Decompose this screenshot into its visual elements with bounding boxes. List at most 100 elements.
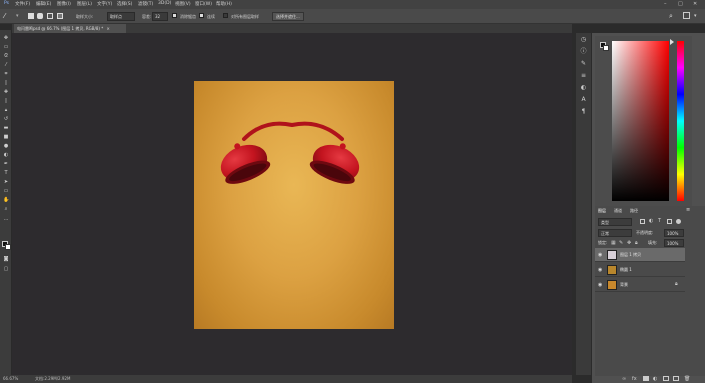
paragraph-panel-icon[interactable]: ¶ [580,108,587,115]
quick-mask-icon[interactable]: ◙ [3,257,9,262]
background-color-swatch[interactable] [5,244,11,250]
new-group-icon[interactable] [663,376,669,381]
antialias-checkbox[interactable] [172,13,177,18]
intersect-selection-icon[interactable] [57,13,63,19]
layer-style-icon[interactable]: fx [632,376,637,382]
eraser-tool-icon[interactable]: ▬ [3,126,9,131]
eyedropper-tool-icon[interactable]: ǀ [3,81,9,86]
menu-image[interactable]: 图像(I) [57,1,71,7]
close-tab-icon[interactable]: × [107,26,110,31]
magic-wand-icon[interactable]: ⁄ [4,12,5,20]
adjustment-layer-icon[interactable]: ◐ [653,376,657,382]
layer-name[interactable]: 椭圆 1 [620,267,632,273]
pen-tool-icon[interactable]: ✒ [3,162,9,167]
menu-type[interactable]: 文字(Y) [97,1,112,7]
menu-edit[interactable]: 编辑(E) [36,1,51,7]
new-layer-icon[interactable] [673,376,679,381]
select-and-mask-button[interactable]: 选择并遮住... [272,12,304,21]
menu-window[interactable]: 窗口(W) [195,1,212,7]
lock-pixels-icon[interactable]: ✎ [619,240,623,246]
visibility-eye-icon[interactable]: ◉ [598,252,602,258]
tab-channels[interactable]: 通道 [614,208,622,214]
brush-tool-icon[interactable]: ǀ [3,99,9,104]
subtract-selection-icon[interactable] [47,13,53,19]
search-icon[interactable]: ⌕ [669,12,673,21]
blur-tool-icon[interactable]: ● [3,144,9,149]
tab-layers[interactable]: 图层 [598,208,606,214]
zoom-level[interactable]: 66.67% [3,376,18,381]
menu-help[interactable]: 帮助(H) [216,1,232,7]
screen-mode-icon[interactable]: ▢ [3,267,9,272]
document-tab[interactable]: 电闪雷鸣psd @ 66.7% (图层 1 拷贝, RGB/8) * × [14,24,126,33]
chevron-down-icon[interactable]: ▾ [16,13,19,19]
delete-layer-icon[interactable]: 🗑︎ [684,376,690,382]
hue-slider-handle[interactable] [670,39,674,45]
filter-shape-icon[interactable] [667,219,672,224]
add-selection-icon[interactable] [37,13,43,19]
lock-transparency-icon[interactable]: ▦ [611,240,616,246]
hand-tool-icon[interactable]: ✋ [3,198,9,203]
more-tools-icon[interactable]: ··· [3,218,9,223]
hue-slider[interactable] [677,41,684,201]
fill-input[interactable]: 100% [664,239,684,247]
move-tool-icon[interactable]: ✥ [3,36,9,41]
menu-view[interactable]: 视图(V) [175,1,191,7]
info-panel-icon[interactable]: ⓘ [580,48,587,55]
lock-all-icon[interactable]: 🔒︎ [635,240,638,246]
add-mask-icon[interactable] [643,376,649,381]
layer-row[interactable]: ◉ 椭圆 1 [595,263,685,277]
magic-wand-tool-icon[interactable]: ⁄ [3,63,9,68]
shape-tool-icon[interactable]: ▭ [3,189,9,194]
visibility-eye-icon[interactable]: ◉ [598,282,602,288]
layer-name[interactable]: 图层 1 拷贝 [620,252,641,258]
workspace-icon[interactable] [683,12,690,19]
filter-pixel-icon[interactable] [640,219,645,224]
gradient-tool-icon[interactable]: ■ [3,135,9,140]
layer-row[interactable]: ◉ 背景 🔒︎ [595,278,685,292]
menu-3d[interactable]: 3D(D) [158,1,171,6]
all-layers-checkbox[interactable] [223,13,228,18]
color-picker-field[interactable] [612,41,669,201]
tab-paths[interactable]: 路径 [630,208,638,214]
document-canvas[interactable] [194,81,394,329]
ps-logo[interactable]: Ps [4,1,9,6]
menu-filter[interactable]: 滤镜(T) [138,1,153,7]
chevron-down-icon[interactable]: ▾ [694,13,697,19]
properties-panel-icon[interactable]: ≡ [580,72,587,79]
tolerance-input[interactable]: 32 [152,12,168,21]
filter-toggle-icon[interactable] [676,219,681,224]
maximize-button[interactable]: □ [678,1,683,7]
zoom-tool-icon[interactable]: ⌕ [3,207,9,212]
dodge-tool-icon[interactable]: ◐ [3,153,9,158]
adjustments-panel-icon[interactable]: ◐ [580,84,587,91]
new-selection-icon[interactable] [28,13,34,19]
menu-layer[interactable]: 图层(L) [77,1,92,7]
history-brush-icon[interactable]: ↺ [3,117,9,122]
layer-name[interactable]: 背景 [620,282,628,288]
menu-file[interactable]: 文件(F) [15,1,30,7]
clone-stamp-icon[interactable]: ▴ [3,108,9,113]
history-panel-icon[interactable]: ◷ [580,36,587,43]
sample-size-select[interactable]: 取样点 [107,12,135,21]
lasso-tool-icon[interactable]: ᘓ [3,54,9,59]
blend-mode-select[interactable]: 正常 [598,229,632,237]
lock-position-icon[interactable]: ✥ [627,240,631,246]
marquee-tool-icon[interactable]: ▭ [3,45,9,50]
opacity-input[interactable]: 100% [664,229,684,237]
filter-adjust-icon[interactable]: ◐ [649,218,653,224]
close-window-button[interactable]: ✕ [693,1,697,7]
minimize-button[interactable]: – [664,1,667,7]
layer-row[interactable]: ◉ 图层 1 拷贝 [595,248,685,262]
crop-tool-icon[interactable]: ⌗ [3,72,9,77]
healing-brush-icon[interactable]: ✚ [3,90,9,95]
character-panel-icon[interactable]: A [580,96,587,103]
contiguous-checkbox[interactable] [199,13,204,18]
layer-kind-filter[interactable]: 类型 [598,218,632,226]
color-background-swatch[interactable] [603,45,609,51]
path-selection-icon[interactable]: ➤ [3,180,9,185]
type-tool-icon[interactable]: T [3,171,9,176]
filter-type-icon[interactable]: T [658,218,661,224]
menu-select[interactable]: 选择(S) [117,1,132,7]
visibility-eye-icon[interactable]: ◉ [598,267,602,273]
brush-panel-icon[interactable]: ✎ [580,60,587,67]
